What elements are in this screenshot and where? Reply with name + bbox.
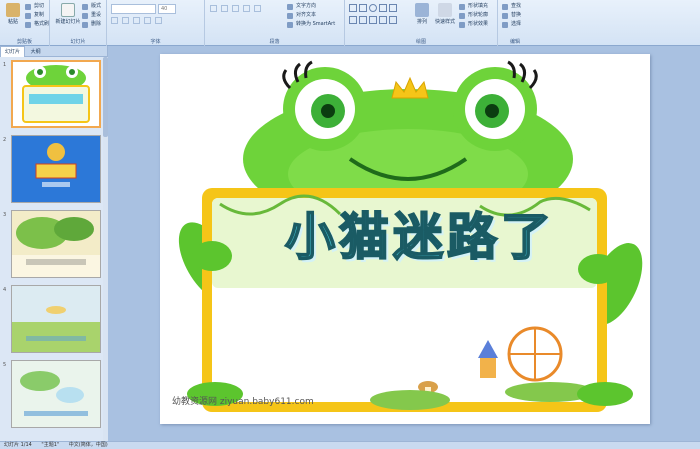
drawing-group: 排列 快速样式 形状填充 形状轮廓 形状效果 绘图 — [345, 0, 498, 46]
drawing-group-title: 绘图 — [415, 39, 426, 45]
curve-shape-icon[interactable] — [349, 16, 357, 24]
paragraph-format-buttons[interactable] — [209, 4, 289, 28]
shape-fill-button[interactable]: 形状填充 — [459, 2, 488, 11]
slides-group-title: 幻灯片 — [70, 39, 86, 45]
shapes-gallery[interactable] — [348, 3, 408, 33]
slide-editing-area: 小猫迷路了 幼教资源网 ziyuan.baby611.com — [108, 46, 700, 441]
bold-icon[interactable] — [111, 17, 118, 24]
slide-thumbnail[interactable] — [11, 60, 101, 128]
replace-button[interactable]: 替换 — [502, 11, 521, 20]
select-button[interactable]: 选择 — [502, 20, 521, 29]
new-slide-button[interactable]: 新建幻灯片 — [55, 3, 81, 33]
slide-watermark: 幼教资源网 ziyuan.baby611.com — [172, 397, 314, 407]
paste-button[interactable]: 粘贴 — [2, 3, 24, 33]
thumbnail-number: 4 — [3, 287, 7, 293]
bullets-icon[interactable] — [210, 5, 217, 12]
font-group-title: 字体 — [150, 39, 161, 45]
thumbnail-frog-art — [22, 65, 90, 123]
clipboard-group: 粘贴 剪切 复制 格式刷 剪贴板 — [0, 0, 50, 46]
thumbnail-number: 3 — [3, 212, 7, 218]
align-text-button[interactable]: 对齐文本 — [287, 11, 316, 20]
font-group: 40 字体 — [107, 0, 205, 46]
status-bar: 幻灯片 1/14 "主题1" 中文(简体，中国) — [0, 441, 700, 449]
thumbnail-number: 5 — [3, 362, 7, 368]
thumbnail-field-art — [12, 286, 100, 352]
thumbnail-blue-slide-art — [12, 136, 100, 202]
triangle-shape-icon[interactable] — [379, 4, 387, 12]
paragraph-group-title: 段落 — [269, 39, 280, 45]
arrow-shape-icon[interactable] — [389, 4, 397, 12]
italic-icon[interactable] — [121, 17, 129, 24]
font-color-icon[interactable] — [154, 17, 162, 24]
editing-group-title: 编辑 — [509, 39, 520, 45]
paragraph-group: 文字方向 对齐文本 转换为 SmartArt 段落 — [205, 0, 345, 46]
panel-tabs: 幻灯片 大纲 — [0, 46, 107, 57]
clipboard-icon — [6, 3, 20, 17]
align-left-icon[interactable] — [231, 5, 239, 12]
copy-button[interactable]: 复制 — [25, 11, 44, 20]
arrange-icon — [415, 3, 429, 17]
slide-title[interactable]: 小猫迷路了 — [250, 202, 590, 272]
tab-slides[interactable]: 幻灯片 — [0, 46, 26, 57]
font-name-box[interactable] — [111, 4, 156, 14]
arrange-button[interactable]: 排列 — [411, 3, 433, 33]
language-indicator: 中文(简体，中国) — [68, 442, 108, 448]
layout-button[interactable]: 版式 — [82, 2, 101, 11]
slide-thumbnail[interactable] — [11, 135, 101, 203]
thumbnail-leaves-art — [12, 211, 100, 277]
more-shapes-icon[interactable] — [389, 16, 397, 24]
align-center-icon[interactable] — [242, 5, 250, 12]
reset-button[interactable]: 重设 — [82, 11, 101, 20]
shape-outline-button[interactable]: 形状轮廓 — [459, 11, 488, 20]
ribbon: 粘贴 剪切 复制 格式刷 剪贴板 新建幻灯片 版式 重设 删除 幻灯片 40 字… — [0, 0, 700, 46]
slides-panel: 幻灯片 大纲 1 2 3 4 5 — [0, 46, 108, 441]
slide-thumbnail[interactable] — [11, 360, 101, 428]
thumbnail-number: 1 — [3, 62, 7, 68]
text-direction-button[interactable]: 文字方向 — [287, 2, 316, 11]
align-right-icon[interactable] — [253, 5, 261, 12]
thumbnail-pond-art — [12, 361, 100, 427]
thumbnail-number: 2 — [3, 137, 7, 143]
numbering-icon[interactable] — [220, 5, 228, 12]
font-format-buttons[interactable] — [111, 17, 199, 26]
new-slide-icon — [61, 3, 75, 17]
slide-thumbnail-row[interactable]: 5 — [0, 360, 106, 434]
tab-outline[interactable]: 大纲 — [27, 47, 45, 57]
rect-shape-icon[interactable] — [359, 4, 367, 12]
slide-thumbnail-row[interactable]: 4 — [0, 285, 106, 359]
cut-button[interactable]: 剪切 — [25, 2, 44, 11]
delete-button[interactable]: 删除 — [82, 20, 101, 29]
slide-thumbnail-row[interactable]: 3 — [0, 210, 106, 284]
quick-styles-icon — [438, 3, 452, 17]
slide-thumbnail-row[interactable]: 1 — [0, 60, 106, 134]
theme-indicator: "主题1" — [41, 442, 60, 448]
format-painter-button[interactable]: 格式刷 — [25, 20, 49, 29]
slide-thumbnail[interactable] — [11, 210, 101, 278]
star-shape-icon[interactable] — [369, 16, 377, 24]
slide-canvas[interactable]: 小猫迷路了 幼教资源网 ziyuan.baby611.com — [160, 54, 650, 424]
slides-group: 新建幻灯片 版式 重设 删除 幻灯片 — [50, 0, 107, 46]
underline-icon[interactable] — [132, 17, 140, 24]
line-shape-icon[interactable] — [349, 4, 357, 12]
callout-shape-icon[interactable] — [379, 16, 387, 24]
font-size-box[interactable]: 40 — [158, 4, 176, 14]
shadow-icon[interactable] — [143, 17, 151, 24]
shape-effects-button[interactable]: 形状效果 — [459, 20, 488, 29]
find-button[interactable]: 查找 — [502, 2, 521, 11]
slide-thumbnail-row[interactable]: 2 — [0, 135, 106, 209]
brace-shape-icon[interactable] — [359, 16, 367, 24]
editing-group: 查找 替换 选择 编辑 — [498, 0, 532, 46]
slide-count-indicator: 幻灯片 1/14 — [4, 442, 32, 448]
quick-styles-button[interactable]: 快速样式 — [433, 3, 457, 33]
oval-shape-icon[interactable] — [369, 4, 377, 12]
clipboard-group-title: 剪贴板 — [16, 39, 32, 45]
slide-thumbnail[interactable] — [11, 285, 101, 353]
smartart-button[interactable]: 转换为 SmartArt — [287, 20, 335, 29]
